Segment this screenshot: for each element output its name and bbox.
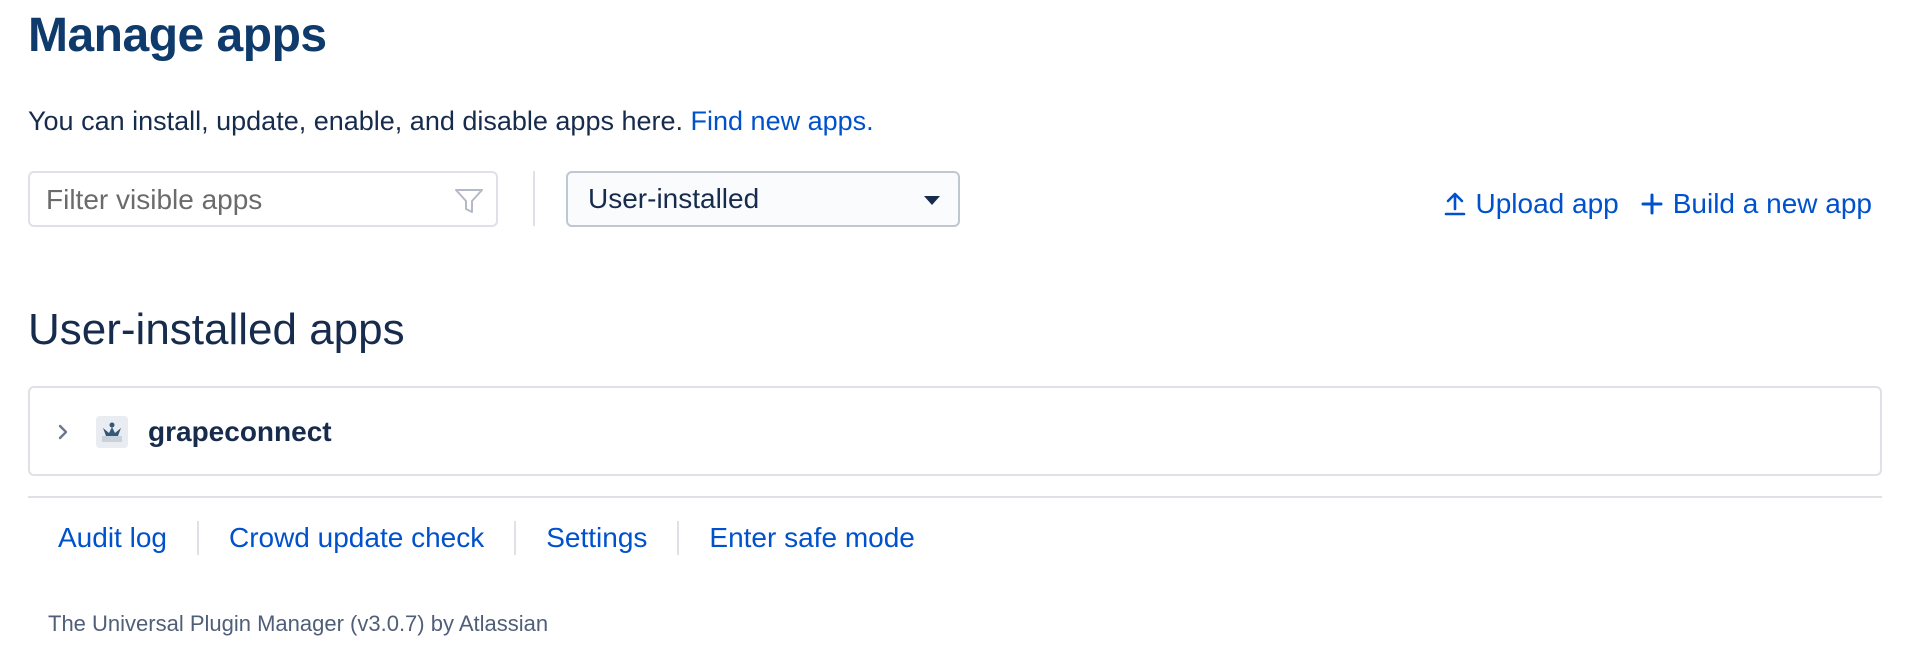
intro-paragraph: You can install, update, enable, and dis… bbox=[28, 104, 874, 138]
upm-credit: The Universal Plugin Manager (v3.0.7) by… bbox=[48, 611, 549, 636]
footer-links: Audit log Crowd update check Settings En… bbox=[28, 519, 945, 557]
select-value: User-installed bbox=[588, 183, 760, 214]
build-new-app-button[interactable]: Build a new app bbox=[1641, 186, 1872, 222]
filter-field[interactable] bbox=[28, 171, 498, 227]
page-title: Manage apps bbox=[28, 9, 327, 62]
footer-divider-line bbox=[28, 496, 1882, 498]
upload-app-button[interactable]: Upload app bbox=[1444, 186, 1619, 222]
chevron-right-icon[interactable] bbox=[56, 423, 70, 441]
audit-log-link[interactable]: Audit log bbox=[28, 520, 197, 556]
build-new-app-label: Build a new app bbox=[1672, 188, 1872, 219]
filter-icon bbox=[454, 187, 484, 215]
filter-input[interactable] bbox=[44, 181, 448, 219]
upload-app-label: Upload app bbox=[1475, 188, 1619, 219]
app-logo bbox=[96, 416, 128, 448]
enter-safe-mode-link[interactable]: Enter safe mode bbox=[679, 520, 944, 556]
upload-icon bbox=[1444, 191, 1466, 217]
intro-text: You can install, update, enable, and dis… bbox=[28, 106, 684, 136]
manage-apps-page: Manage apps You can install, update, ena… bbox=[0, 0, 1908, 652]
plus-icon bbox=[1641, 193, 1663, 215]
toolbar-divider bbox=[533, 171, 535, 226]
find-new-apps-link[interactable]: Find new apps. bbox=[691, 106, 874, 136]
crowd-update-check-link[interactable]: Crowd update check bbox=[199, 520, 514, 556]
section-title: User-installed apps bbox=[28, 305, 405, 354]
app-name: grapeconnect bbox=[148, 416, 332, 447]
app-type-select[interactable]: User-installed bbox=[566, 171, 960, 227]
settings-link[interactable]: Settings bbox=[516, 520, 677, 556]
caret-down-icon bbox=[924, 196, 940, 205]
toolbar-actions: Upload app Build a new app bbox=[1444, 186, 1872, 222]
app-row-grapeconnect[interactable]: grapeconnect bbox=[28, 386, 1882, 476]
